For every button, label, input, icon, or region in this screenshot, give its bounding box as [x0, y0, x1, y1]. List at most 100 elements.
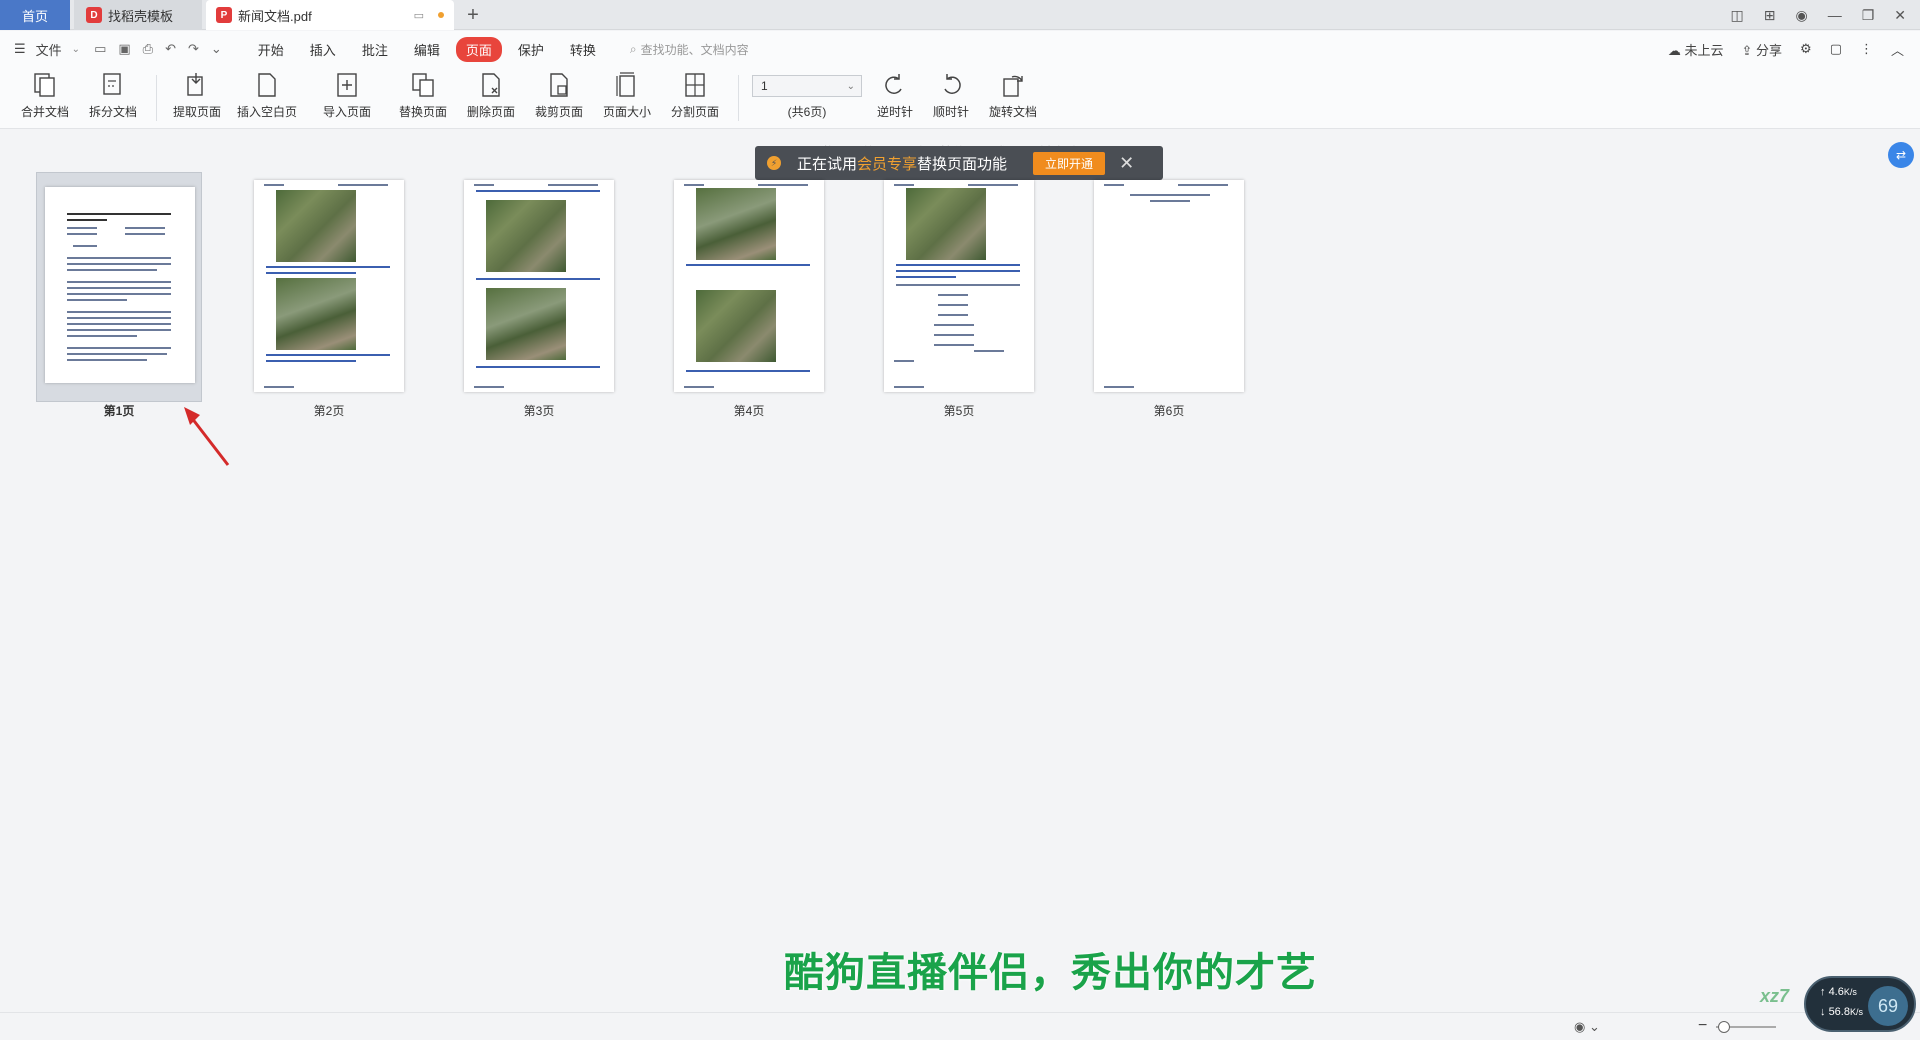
notice-highlight: 会员专享: [857, 155, 918, 173]
settings-icon[interactable]: ⚙: [1800, 41, 1812, 57]
extract-label: 提取页面: [172, 105, 221, 119]
page-preview: [674, 180, 824, 392]
eye-icon[interactable]: ◉ ⌄: [1574, 1019, 1600, 1035]
rotate-cw-button[interactable]: 顺时针: [920, 71, 982, 120]
extract-page-button[interactable]: 提取页面: [166, 71, 228, 120]
page-label-1: 第1页: [103, 404, 135, 418]
cloud-status[interactable]: ☁ 未上云: [1668, 40, 1724, 59]
zoom-out-button[interactable]: −: [1698, 1017, 1707, 1035]
minimize-button[interactable]: —: [1828, 7, 1842, 23]
upload-value: 4.6: [1828, 986, 1844, 998]
page-label-3: 第3页: [523, 404, 555, 418]
print-icon[interactable]: ⎙: [143, 41, 153, 57]
restore-button[interactable]: ❐: [1862, 7, 1875, 24]
file-menu[interactable]: 文件: [36, 40, 62, 59]
lightning-icon: ⚡: [767, 156, 781, 170]
collapse-icon[interactable]: ︿: [1891, 40, 1904, 59]
satellite-image: [486, 200, 566, 272]
undo-icon[interactable]: ↶: [165, 41, 176, 57]
split-page-label: 分割页面: [670, 105, 719, 119]
page-label-4: 第4页: [733, 404, 765, 418]
split-doc-button[interactable]: 拆分文档: [82, 71, 144, 120]
search-icon: ⌕: [629, 41, 637, 56]
new-tab-button[interactable]: +: [462, 4, 484, 26]
tab-page[interactable]: 页面: [455, 36, 502, 62]
page-thumbnail-5[interactable]: [876, 172, 1042, 402]
hamburger-icon[interactable]: ☰: [14, 41, 26, 57]
share-button[interactable]: ⇪ 分享: [1741, 40, 1782, 59]
redo-icon[interactable]: ↷: [188, 41, 199, 57]
split-page-button[interactable]: 分割页面: [664, 71, 726, 120]
page-label-5: 第5页: [943, 404, 975, 418]
share-label: 分享: [1756, 42, 1783, 58]
crop-page-button[interactable]: 裁剪页面: [528, 71, 590, 120]
rotate-doc-label: 旋转文档: [988, 105, 1037, 119]
tab-protect[interactable]: 保护: [508, 37, 554, 62]
grid-icon[interactable]: ⊞: [1764, 7, 1776, 24]
tab-document[interactable]: P 新闻文档.pdf ▭: [206, 0, 454, 30]
merge-doc-button[interactable]: 合并文档: [14, 71, 76, 120]
split-label: 拆分文档: [88, 105, 137, 119]
notice-suffix: 替换页面功能: [917, 155, 1008, 173]
rotate-ccw-button[interactable]: 逆时针: [864, 71, 926, 120]
layout-icon[interactable]: ◫: [1731, 7, 1744, 24]
import-icon: [334, 71, 360, 99]
cw-label: 顺时针: [932, 105, 969, 119]
page-thumbnail-1[interactable]: [36, 172, 202, 402]
split-page-icon: [682, 71, 708, 99]
cloud-label: 未上云: [1684, 42, 1724, 58]
page-number-select[interactable]: 1 ⌄: [752, 75, 862, 97]
search-box[interactable]: ⌕ 查找功能、文档内容: [630, 41, 749, 58]
more-icon[interactable]: ⌄: [211, 41, 222, 57]
tab-convert[interactable]: 转换: [560, 37, 606, 62]
insert-blank-button[interactable]: 插入空白页: [236, 71, 298, 120]
page-thumbnail-6[interactable]: [1086, 172, 1252, 402]
translate-icon[interactable]: ⇄: [1888, 142, 1914, 168]
import-label: 导入页面: [322, 105, 371, 119]
status-bar: ◉ ⌄ −: [0, 1012, 1920, 1040]
divider: [738, 75, 739, 121]
page-thumbnail-3[interactable]: [456, 172, 622, 402]
blank-page-icon: [254, 71, 280, 99]
comment-icon[interactable]: ▢: [1830, 41, 1842, 57]
watermark-logo: xz7: [1760, 986, 1790, 1006]
chevron-down-icon: ⌄: [846, 80, 855, 92]
cloud-icon: ☁: [1667, 42, 1681, 58]
chevron-down-icon[interactable]: ⌄: [72, 44, 80, 55]
upload-unit: K/s: [1843, 987, 1857, 997]
tab-insert[interactable]: 插入: [300, 37, 346, 62]
tab-annotate[interactable]: 批注: [352, 37, 398, 62]
rotate-doc-icon: [1000, 71, 1026, 99]
crop-icon: [546, 71, 572, 99]
unsaved-dot-icon: [438, 12, 444, 18]
close-button[interactable]: ✕: [1894, 7, 1906, 24]
annotation-arrow-icon: [184, 407, 230, 466]
page-total: (共6页): [787, 105, 827, 119]
page-thumbnail-2[interactable]: [246, 172, 412, 402]
save-icon[interactable]: ▣: [118, 41, 130, 57]
quick-access: ▭ ▣ ⎙ ↶ ↷ ⌄: [94, 41, 222, 57]
close-icon[interactable]: ✕: [1119, 153, 1134, 174]
tab-edit[interactable]: 编辑: [404, 37, 450, 62]
page-label-2: 第2页: [313, 404, 345, 418]
tab-template[interactable]: D 找稻壳模板: [74, 0, 202, 30]
docer-icon: D: [86, 7, 102, 23]
zoom-slider-handle[interactable]: [1718, 1021, 1730, 1033]
overlay-caption: 酷狗直播伴侣，秀出你的才艺: [784, 951, 1317, 995]
tab-home[interactable]: 首页: [0, 0, 70, 30]
rotate-doc-button[interactable]: 旋转文档: [982, 71, 1044, 120]
avatar[interactable]: ◉: [1795, 7, 1807, 24]
title-bar: 首页 D 找稻壳模板 P 新闻文档.pdf ▭ + ◫ ⊞ ◉ — ❐ ✕: [0, 0, 1920, 30]
page-thumbnail-4[interactable]: [666, 172, 832, 402]
import-page-button[interactable]: 导入页面: [316, 71, 378, 120]
page-size-button[interactable]: 页面大小: [596, 71, 658, 120]
upload-speed: ↑ 4.6K/s: [1820, 986, 1857, 998]
monitor-icon[interactable]: ▭: [414, 9, 424, 22]
tab-start[interactable]: 开始: [248, 37, 294, 62]
network-speed-widget[interactable]: ↑ 4.6K/s ↓ 56.8K/s 69: [1804, 976, 1916, 1032]
more-vertical-icon[interactable]: ⋮: [1860, 41, 1873, 57]
replace-page-button[interactable]: 替换页面: [392, 71, 454, 120]
page-preview: [45, 187, 195, 383]
delete-page-button[interactable]: 删除页面: [460, 71, 522, 120]
open-icon[interactable]: ▭: [94, 41, 106, 57]
